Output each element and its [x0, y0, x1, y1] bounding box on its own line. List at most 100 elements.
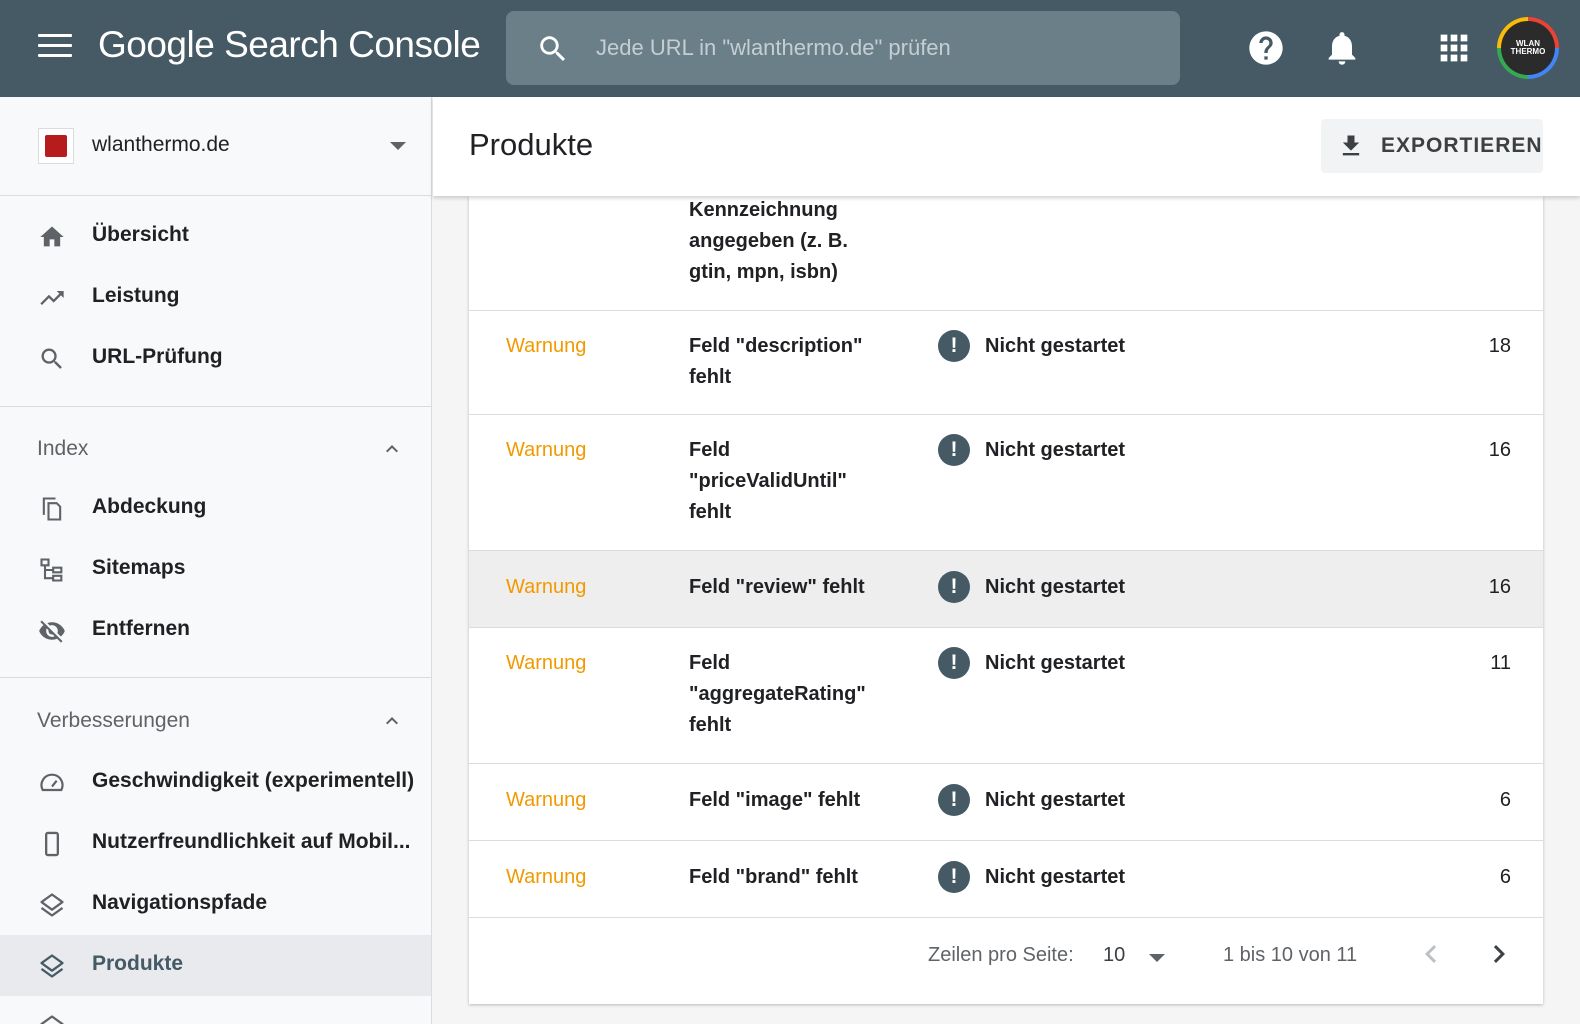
chevron-down-icon [390, 142, 406, 150]
issue-name: Feld "image" fehlt [689, 789, 861, 811]
download-icon [1342, 135, 1360, 156]
table-row[interactable]: Kennzeichnung angegeben (z. B. gtin, mpn… [469, 196, 1543, 311]
eye-off-icon [39, 620, 65, 643]
account-avatar[interactable]: WLAN THERMO [1497, 17, 1559, 79]
warning-status-icon: ! [938, 784, 970, 816]
issue-type: Warnung [506, 439, 587, 461]
sidebar-item-sitemaps[interactable]: Sitemaps [0, 539, 431, 600]
layers-icon [40, 1015, 64, 1024]
issue-name: Feld "aggregateRating" fehlt [689, 652, 866, 736]
issue-type: Warnung [506, 789, 587, 811]
table-row[interactable]: Warnung Feld "priceValidUntil" fehlt ! N… [469, 415, 1543, 551]
rows-per-page-value: 10 [1103, 944, 1126, 966]
section-label: Verbesserungen [37, 709, 190, 732]
table-row[interactable]: Warnung Feld "aggregateRating" fehlt ! N… [469, 628, 1543, 764]
issue-name: Feld "priceValidUntil" fehlt [689, 439, 847, 523]
top-app-bar: Google Search Console WLAN THERMO [0, 0, 1580, 97]
sidebar-item-overview[interactable]: Übersicht [0, 206, 431, 267]
sidebar-item-label: Navigationspfade [92, 891, 268, 914]
sidebar-item-partial[interactable] [0, 996, 431, 1024]
notifications-icon[interactable] [1322, 28, 1362, 68]
page-title: Produkte [469, 127, 594, 162]
chevron-down-icon [1149, 954, 1165, 962]
rows-per-page-label: Zeilen pro Seite: [928, 944, 1074, 966]
help-icon[interactable] [1246, 28, 1286, 68]
export-button[interactable]: EXPORTIEREN [1321, 119, 1543, 173]
section-label: Index [37, 437, 89, 460]
rows-per-page-select[interactable]: 10 [1103, 940, 1173, 974]
issue-type: Warnung [506, 335, 587, 357]
sidebar-item-speed[interactable]: Geschwindigkeit (experimentell) [0, 752, 431, 813]
search-input[interactable] [596, 25, 1156, 71]
sidebar-item-mobile-usability[interactable]: Nutzerfreundlichkeit auf Mobil... [0, 813, 431, 874]
table-row[interactable]: Warnung Feld "description" fehlt ! Nicht… [469, 311, 1543, 415]
sidebar-item-label: Übersicht [92, 223, 189, 246]
issue-name: Kennzeichnung angegeben (z. B. gtin, mpn… [689, 199, 848, 283]
affected-count: 18 [1488, 335, 1511, 357]
sidebar-item-performance[interactable]: Leistung [0, 267, 431, 328]
sidebar-divider [0, 406, 431, 407]
validation-status: Nicht gestartet [985, 576, 1126, 598]
sidebar-divider [0, 677, 431, 678]
sidebar: wlanthermo.de Übersicht Leistung URL-Prü… [0, 97, 432, 1024]
affected-count: 11 [1490, 652, 1511, 674]
issue-type: Warnung [506, 652, 587, 674]
table-row[interactable]: Warnung Feld "brand" fehlt ! Nicht gesta… [469, 841, 1543, 918]
page-range: 1 bis 10 von 11 [1223, 944, 1358, 966]
warning-status-icon: ! [938, 330, 970, 362]
previous-page-icon[interactable] [1413, 936, 1449, 972]
layers-icon [40, 893, 64, 917]
validation-status: Nicht gestartet [985, 866, 1126, 888]
sidebar-item-label: Nutzerfreundlichkeit auf Mobil... [92, 830, 411, 853]
sidebar-item-label: Abdeckung [92, 495, 207, 518]
property-favicon [38, 128, 74, 164]
validation-status: Nicht gestartet [985, 789, 1126, 811]
section-improvements-header[interactable]: Verbesserungen [0, 691, 431, 751]
speedometer-icon [40, 773, 64, 792]
table-row[interactable]: Warnung Feld "review" fehlt ! Nicht gest… [469, 551, 1543, 628]
property-name: wlanthermo.de [92, 133, 230, 156]
apps-grid-icon[interactable] [1434, 28, 1474, 68]
search-icon [540, 36, 566, 62]
sidebar-item-label: Geschwindigkeit (experimentell) [92, 769, 415, 792]
issue-name: Feld "brand" fehlt [689, 866, 858, 888]
issue-name: Feld "description" fehlt [689, 335, 863, 388]
phone-icon [45, 831, 59, 857]
export-label: EXPORTIEREN [1381, 134, 1543, 157]
sidebar-item-products[interactable]: Produkte [0, 935, 431, 996]
sidebar-item-label: Sitemaps [92, 556, 186, 579]
affected-count: 6 [1499, 789, 1511, 811]
sidebar-item-label: URL-Prüfung [92, 345, 223, 368]
sidebar-item-label: Entfernen [92, 617, 191, 640]
page-header: Produkte EXPORTIEREN [433, 97, 1580, 196]
section-index-header[interactable]: Index [0, 419, 431, 479]
avatar-logo-text: WLAN THERMO [1501, 21, 1555, 75]
next-page-icon[interactable] [1481, 936, 1517, 972]
chevron-up-icon [386, 717, 398, 725]
pagination: Zeilen pro Seite: 10 1 bis 10 von 11 [469, 912, 1543, 1004]
warning-status-icon: ! [938, 434, 970, 466]
sidebar-item-coverage[interactable]: Abdeckung [0, 478, 431, 539]
warning-status-icon: ! [938, 861, 970, 893]
search-icon [41, 348, 62, 369]
url-inspection-search[interactable] [506, 11, 1180, 85]
sidebar-item-label: Leistung [92, 284, 180, 307]
validation-status: Nicht gestartet [985, 652, 1126, 674]
affected-count: 6 [1499, 866, 1511, 888]
sitemap-icon [40, 558, 63, 582]
sidebar-item-label: Produkte [92, 952, 184, 975]
warning-status-icon: ! [938, 647, 970, 679]
home-icon [40, 226, 64, 247]
table-row[interactable]: Warnung Feld "image" fehlt ! Nicht gesta… [469, 764, 1543, 841]
affected-count: 16 [1488, 576, 1511, 598]
issue-type: Warnung [506, 576, 587, 598]
menu-icon[interactable] [38, 34, 72, 62]
sidebar-item-url-inspection[interactable]: URL-Prüfung [0, 328, 431, 389]
pages-icon [42, 497, 62, 521]
issue-name: Feld "review" fehlt [689, 576, 865, 598]
sidebar-item-breadcrumbs[interactable]: Navigationspfade [0, 874, 431, 935]
property-selector[interactable]: wlanthermo.de [0, 97, 431, 196]
app-title[interactable]: Google Search Console [98, 24, 481, 66]
warning-status-icon: ! [938, 571, 970, 603]
sidebar-item-removals[interactable]: Entfernen [0, 600, 431, 661]
